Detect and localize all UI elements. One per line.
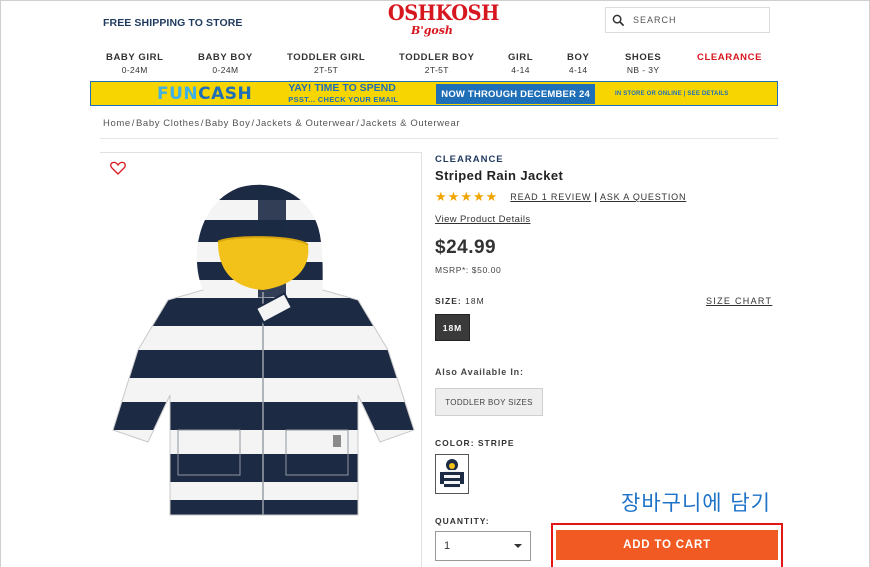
- nav-label: GIRL: [508, 52, 534, 63]
- breadcrumb-baby-clothes[interactable]: Baby Clothes: [136, 118, 200, 129]
- banner-line1: YAY! TIME TO SPEND: [288, 81, 396, 94]
- category-nav: BABY GIRL 0-24M BABY BOY 0-24M TODDLER GIR…: [0, 52, 870, 78]
- breadcrumb: Home/Baby Clothes/Baby Boy/Jackets & Out…: [103, 118, 460, 129]
- breadcrumb-jackets-outerwear-current[interactable]: Jackets & Outerwear: [361, 118, 461, 129]
- add-to-cart-button[interactable]: ADD TO CART: [556, 530, 778, 560]
- size-chart-link[interactable]: SIZE CHART: [706, 296, 772, 306]
- msrp-price: MSRP*: $50.00: [435, 265, 502, 275]
- nav-item-baby-girl[interactable]: BABY GIRL 0-24M: [106, 52, 163, 75]
- logo-main-text: OSHKOSH: [387, 0, 500, 25]
- fun-text: FUN: [157, 83, 199, 104]
- breadcrumb-home[interactable]: Home: [103, 118, 131, 129]
- breadcrumb-separator: /: [251, 118, 255, 129]
- link-separator: |: [594, 191, 598, 203]
- nav-label: BABY GIRL: [106, 52, 164, 63]
- nav-item-girl[interactable]: GIRL 4-14: [508, 52, 533, 75]
- star-icon: ★: [485, 189, 498, 204]
- nav-item-shoes[interactable]: SHOES NB - 3Y: [625, 52, 661, 75]
- banner-see-details[interactable]: IN STORE OR ONLINE | SEE DETAILS: [615, 91, 729, 97]
- nav-label: BABY BOY: [198, 52, 253, 63]
- nav-label: TODDLER GIRL: [287, 52, 366, 63]
- product-image-striped-rain-jacket[interactable]: [108, 180, 418, 525]
- fun-cash-logo: FUNCASH: [157, 84, 252, 104]
- nav-item-baby-boy[interactable]: BABY BOY 0-24M: [198, 52, 253, 75]
- nav-sub: 0-24M: [121, 65, 148, 75]
- size-option-18m[interactable]: 18M: [435, 314, 470, 341]
- product-price: $24.99: [435, 237, 497, 258]
- heart-icon[interactable]: [110, 161, 126, 175]
- divider: [100, 138, 778, 139]
- banner-line2: PSST... CHECK YOUR EMAIL: [288, 94, 399, 104]
- color-swatch-stripe[interactable]: [435, 454, 469, 494]
- star-icon: ★: [435, 189, 447, 204]
- fun-cash-banner[interactable]: FUNCASH YAY! TIME TO SPEND PSST... CHECK…: [90, 81, 778, 106]
- nav-sub: 4-14: [511, 65, 530, 75]
- size-label-title: SIZE:: [435, 296, 462, 306]
- search-box[interactable]: [605, 7, 770, 33]
- search-icon[interactable]: [612, 14, 625, 27]
- nav-sub: 4-14: [568, 65, 588, 75]
- nav-sub: NB - 3Y: [626, 65, 660, 75]
- breadcrumb-separator: /: [356, 118, 360, 129]
- nav-label: CLEARANCE: [697, 52, 763, 63]
- star-icon: ★: [460, 189, 472, 204]
- size-label: SIZE: 18M: [435, 296, 485, 306]
- rating-row: ★ ★ ★ ★ ★ READ 1 REVIEW | ASK A QUESTION: [435, 189, 686, 205]
- logo-sub-text: B'gosh: [411, 24, 453, 37]
- nav-item-toddler-girl[interactable]: TODDLER GIRL 2T-5T: [287, 52, 365, 75]
- nav-sub: 2T-5T: [424, 65, 449, 75]
- nav-sub: 2T-5T: [314, 65, 339, 75]
- breadcrumb-separator: /: [200, 118, 204, 129]
- free-shipping-promo[interactable]: FREE SHIPPING TO STORE: [103, 17, 243, 29]
- banner-message: YAY! TIME TO SPEND PSST... CHECK YOUR EM…: [288, 81, 399, 105]
- nav-label: TODDLER BOY: [399, 52, 475, 63]
- korean-annotation-add-to-cart: 장바구니에 담기: [621, 491, 771, 515]
- stripe-swatch-thumbnail: [438, 457, 466, 491]
- breadcrumb-separator: /: [131, 118, 135, 129]
- nav-item-toddler-boy[interactable]: TODDLER BOY 2T-5T: [399, 52, 475, 75]
- nav-item-boy[interactable]: BOY 4-14: [567, 52, 589, 75]
- quantity-select[interactable]: 1: [435, 531, 531, 561]
- nav-label: SHOES: [625, 52, 662, 63]
- clearance-label: CLEARANCE: [435, 154, 504, 165]
- toddler-boy-sizes-button[interactable]: TODDLER BOY SIZES: [435, 388, 543, 416]
- chevron-down-icon: [514, 544, 522, 548]
- search-input[interactable]: [633, 15, 753, 25]
- also-available-label: Also Available In:: [435, 367, 524, 377]
- nav-item-clearance[interactable]: CLEARANCE: [697, 52, 762, 63]
- view-product-details-link[interactable]: View Product Details: [435, 214, 530, 225]
- oshkosh-logo[interactable]: OSHKOSH B'gosh: [384, 0, 500, 42]
- breadcrumb-baby-boy[interactable]: Baby Boy: [205, 118, 250, 129]
- product-title: Striped Rain Jacket: [435, 168, 564, 183]
- nav-sub: 0-24M: [212, 65, 239, 75]
- quantity-label: QUANTITY:: [435, 516, 490, 526]
- nav-label: BOY: [567, 52, 590, 63]
- size-label-value: 18M: [465, 296, 485, 306]
- star-icon: ★: [472, 189, 485, 204]
- read-review-link[interactable]: READ 1 REVIEW: [510, 192, 591, 202]
- ask-question-link[interactable]: ASK A QUESTION: [600, 192, 686, 202]
- star-icon: ★: [447, 189, 460, 204]
- quantity-value: 1: [444, 540, 451, 552]
- cash-text: CASH: [198, 83, 253, 104]
- banner-date: NOW THROUGH DECEMBER 24: [436, 83, 595, 104]
- breadcrumb-jackets-outerwear[interactable]: Jackets & Outerwear: [256, 118, 356, 129]
- color-label: COLOR: STRIPE: [435, 438, 515, 448]
